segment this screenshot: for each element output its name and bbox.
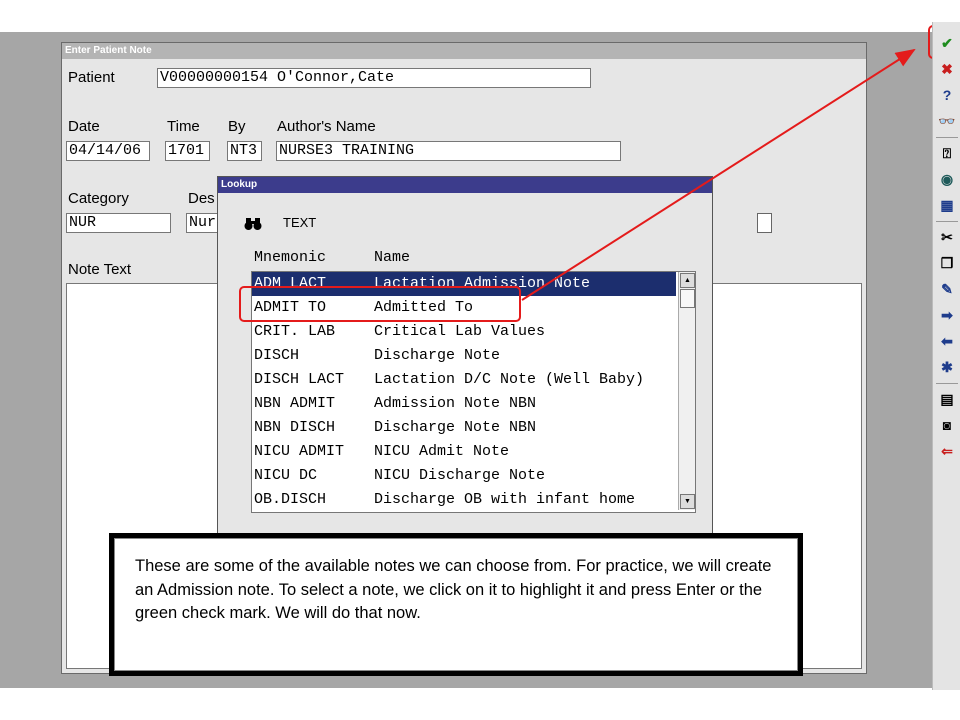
check-icon[interactable]: ✔	[933, 32, 960, 54]
calculator-icon[interactable]: ▦	[933, 194, 960, 216]
toolbar-separator	[936, 383, 958, 384]
toolbar-separator	[936, 137, 958, 138]
asterisk-icon[interactable]: ✱	[933, 356, 960, 378]
callout-text: These are some of the available notes we…	[135, 557, 772, 622]
right-toolbar: ✔ ✖? 👓 ⍰ ◉ ▦ ✂ ❐ ✎ ➡ ⬅ ✱ ▤ ◙ ⇐	[932, 22, 960, 690]
tutorial-callout: These are some of the available notes we…	[109, 533, 803, 676]
copy-icon[interactable]: ❐	[933, 252, 960, 274]
camera-icon[interactable]: ◙	[933, 414, 960, 436]
arrow-right-icon[interactable]: ➡	[933, 304, 960, 326]
arrow-left-icon[interactable]: ⬅	[933, 330, 960, 352]
binoculars-icon[interactable]: 👓	[933, 110, 960, 132]
globe-icon[interactable]: ◉	[933, 168, 960, 190]
toolbar-separator	[936, 221, 958, 222]
keyboard-icon[interactable]: ▤	[933, 388, 960, 410]
scissors-icon[interactable]: ✂	[933, 226, 960, 248]
cancel-icon[interactable]: ✖	[933, 58, 960, 80]
form-help-icon[interactable]: ⍰	[933, 142, 960, 164]
exit-icon[interactable]: ⇐	[933, 440, 960, 462]
paste-icon[interactable]: ✎	[933, 278, 960, 300]
help-icon[interactable]: ?	[933, 84, 960, 106]
